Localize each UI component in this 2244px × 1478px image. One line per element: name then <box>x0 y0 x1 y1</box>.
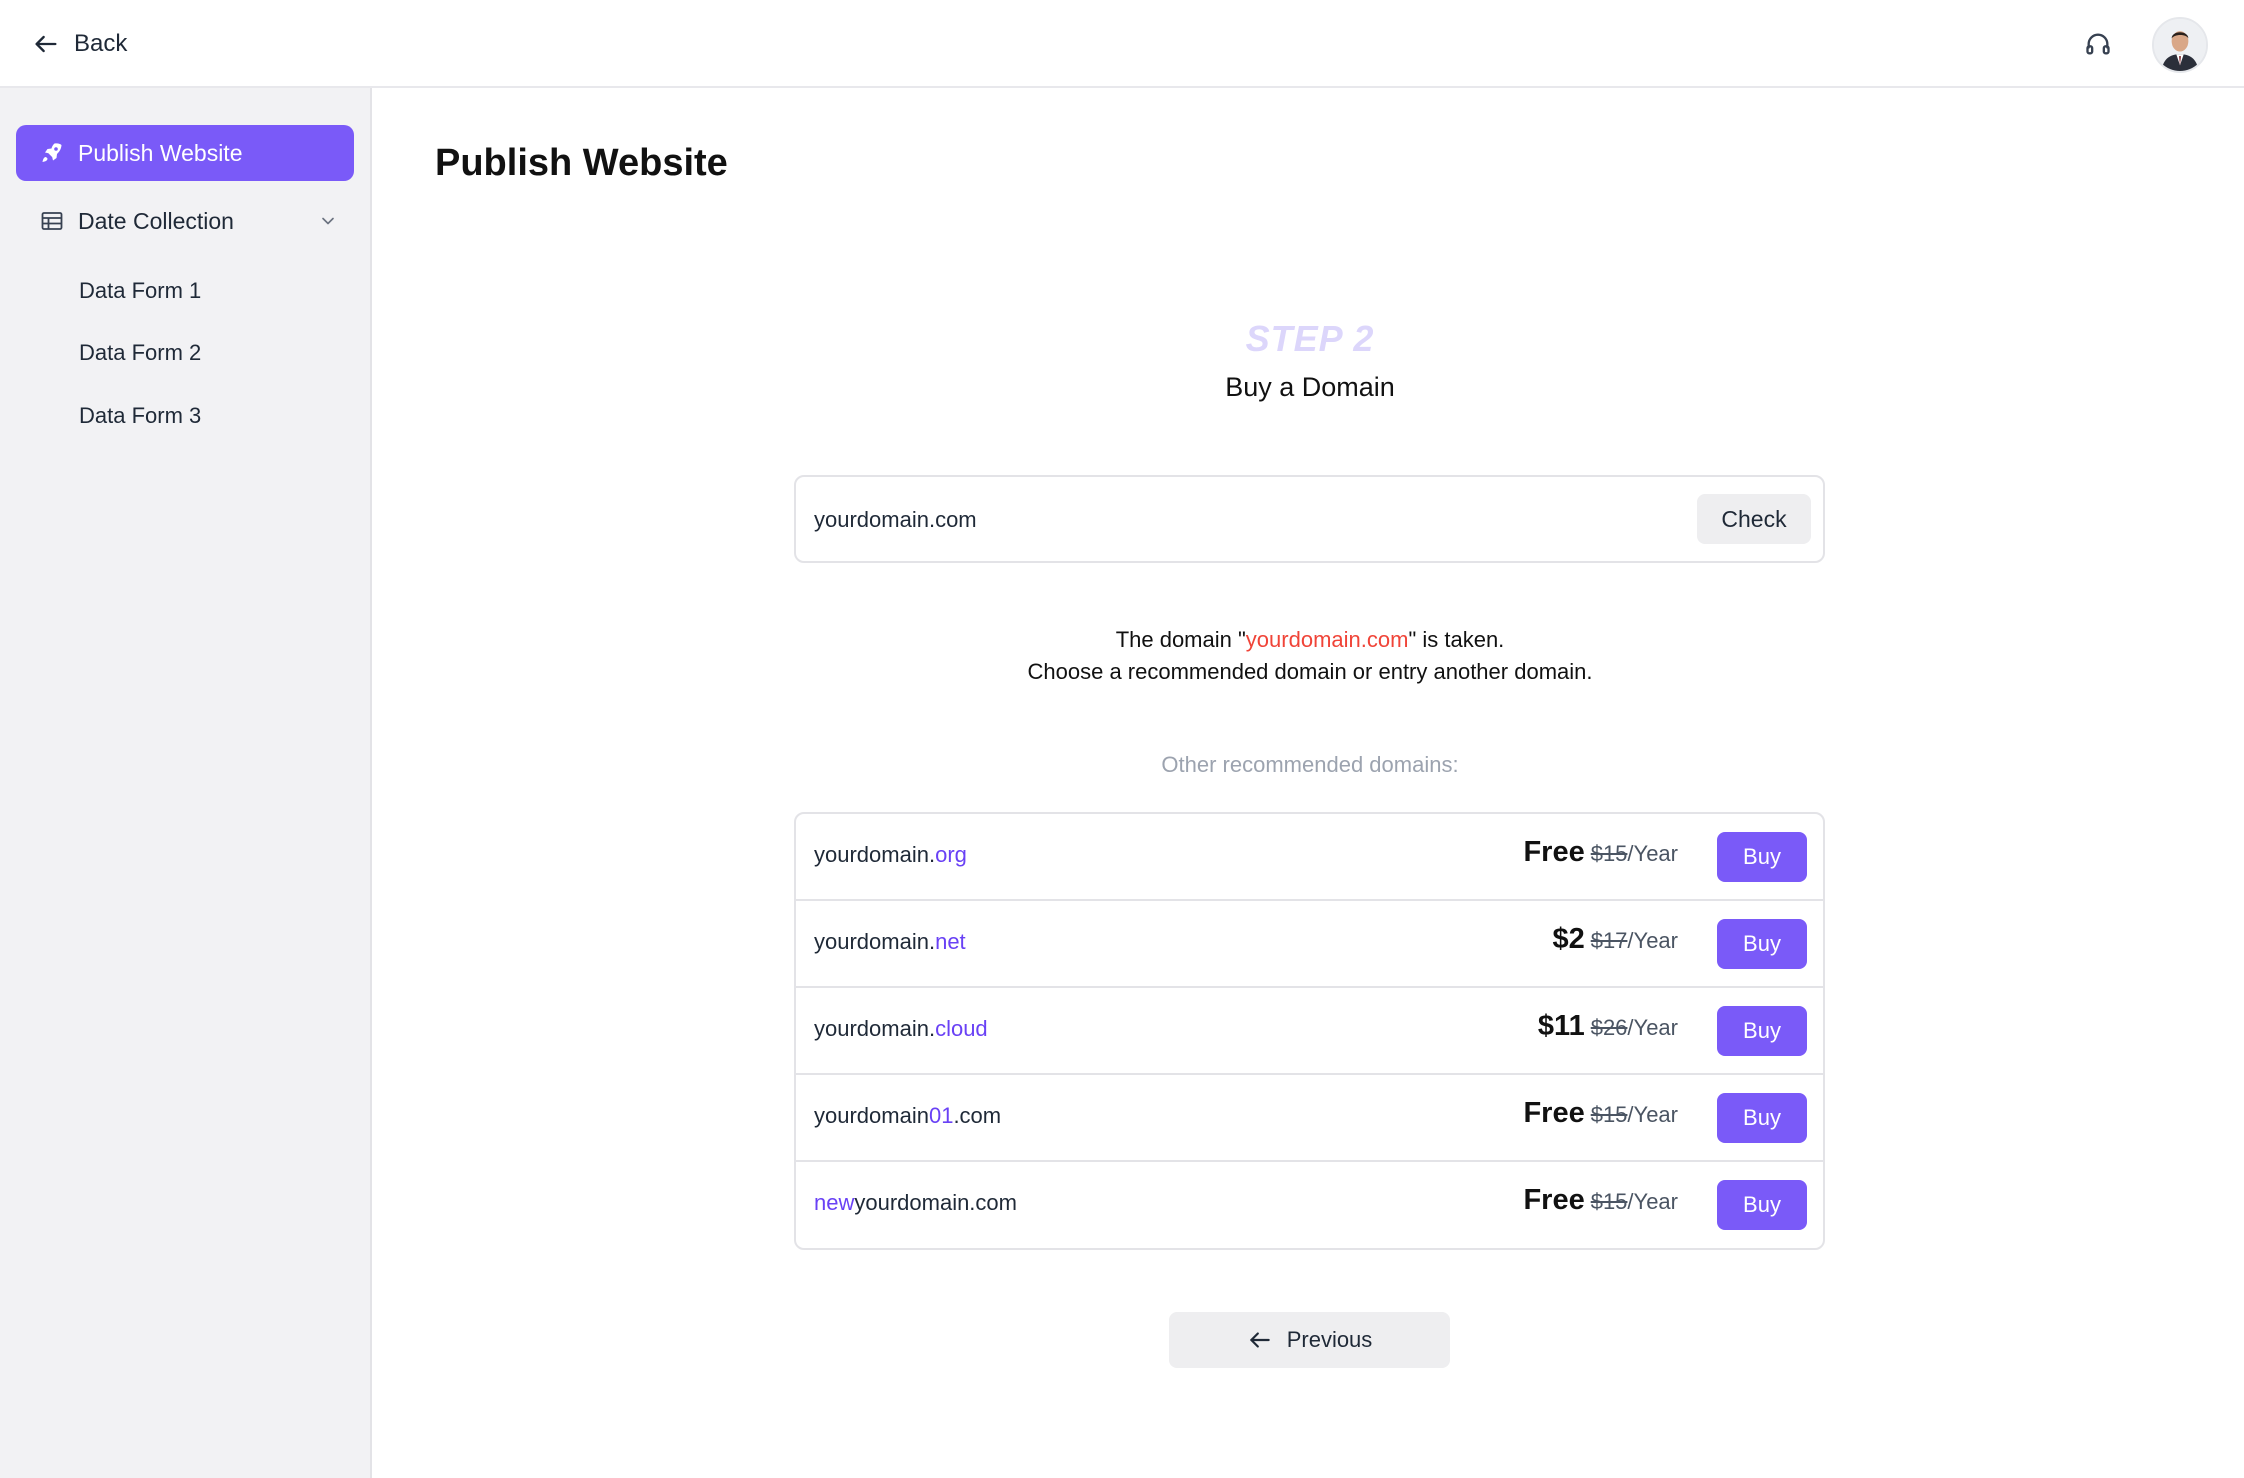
price-period: /Year <box>1627 928 1678 953</box>
recommended-domains-list: yourdomain.org Free $15/Year Buy yourdoma… <box>794 812 1825 1250</box>
current-price: Free <box>1523 1184 1585 1216</box>
rocket-icon <box>42 143 62 162</box>
domain-name: yourdomain.net <box>814 929 966 955</box>
domain-row: yourdomain.org Free $15/Year Buy <box>796 814 1823 901</box>
domain-row: yourdomain01.com Free $15/Year Buy <box>796 1075 1823 1162</box>
arrow-left-icon <box>35 35 57 53</box>
sidebar-item-label: Date Collection <box>78 207 234 234</box>
domain-name: yourdomain.cloud <box>814 1016 988 1042</box>
domain-search-box: Check <box>794 475 1825 563</box>
message-prefix: The domain " <box>1115 627 1246 652</box>
domain-highlight: net <box>935 929 966 954</box>
message-line-2: Choose a recommended domain or entry ano… <box>1027 659 1593 684</box>
original-price: $15 <box>1590 841 1628 866</box>
message-line-1: The domain "yourdomain.com" is taken. <box>910 624 1710 656</box>
domain-price: $2 $17/Year <box>1552 923 1678 956</box>
page-title: Publish Website <box>435 142 728 184</box>
message-suffix: " is taken. <box>1408 627 1505 652</box>
domain-highlight: cloud <box>935 1016 988 1041</box>
availability-message: The domain "yourdomain.com" is taken. Ch… <box>910 624 1710 688</box>
sidebar-item-label: Publish Website <box>78 139 243 166</box>
buy-button[interactable]: Buy <box>1717 832 1807 882</box>
buy-button[interactable]: Buy <box>1717 919 1807 969</box>
original-price: $15 <box>1590 1189 1628 1214</box>
original-price: $26 <box>1590 1015 1628 1040</box>
original-price: $15 <box>1590 1102 1628 1127</box>
price-period: /Year <box>1627 1189 1678 1214</box>
recommended-label: Other recommended domains: <box>1161 752 1459 777</box>
domain-highlight: new <box>814 1190 855 1215</box>
domain-pre: yourdomain <box>814 1103 929 1128</box>
domain-name: yourdomain01.com <box>814 1103 1001 1129</box>
domain-price: $11 $26/Year <box>1538 1010 1678 1043</box>
domain-row: yourdomain.net $2 $17/Year Buy <box>796 901 1823 988</box>
domain-price: Free $15/Year <box>1523 836 1678 869</box>
sidebar-item-date-collection[interactable]: Date Collection <box>16 193 354 249</box>
domain-name: newyourdomain.com <box>814 1190 1017 1216</box>
arrow-left-icon <box>1249 1332 1270 1348</box>
domain-highlight: 01 <box>928 1103 954 1128</box>
current-price: Free <box>1523 836 1585 868</box>
step-label: STEP 2 <box>1245 318 1375 359</box>
price-period: /Year <box>1627 1015 1678 1040</box>
top-bar: Back <box>0 0 2244 88</box>
domain-pre: yourdomain. <box>814 1016 936 1041</box>
headset-icon[interactable] <box>2080 26 2116 62</box>
back-button[interactable]: Back <box>32 26 127 62</box>
sidebar: Publish Website Date Collection Data For… <box>0 88 372 1478</box>
domain-input[interactable] <box>814 497 1614 543</box>
sidebar-item-data-form-1[interactable]: Data Form 1 <box>79 278 201 304</box>
buy-button[interactable]: Buy <box>1717 1006 1807 1056</box>
check-button[interactable]: Check <box>1697 494 1811 544</box>
buy-button[interactable]: Buy <box>1717 1093 1807 1143</box>
current-price: $11 <box>1537 1010 1585 1042</box>
buy-button[interactable]: Buy <box>1717 1180 1807 1230</box>
domain-post: yourdomain.com <box>854 1190 1017 1215</box>
domain-name: yourdomain.org <box>814 842 967 868</box>
price-period: /Year <box>1627 1102 1678 1127</box>
domain-price: Free $15/Year <box>1523 1184 1678 1217</box>
domain-price: Free $15/Year <box>1523 1097 1678 1130</box>
domain-post: .com <box>953 1103 1002 1128</box>
sidebar-item-data-form-3[interactable]: Data Form 3 <box>79 403 201 429</box>
user-avatar[interactable] <box>2152 17 2208 73</box>
current-price: Free <box>1523 1097 1585 1129</box>
domain-pre: yourdomain. <box>814 842 936 867</box>
original-price: $17 <box>1590 928 1628 953</box>
domain-row: newyourdomain.com Free $15/Year Buy <box>796 1162 1823 1248</box>
previous-button[interactable]: Previous <box>1169 1312 1450 1368</box>
current-price: $2 <box>1552 923 1585 955</box>
domain-row: yourdomain.cloud $11 $26/Year Buy <box>796 988 1823 1075</box>
sidebar-item-data-form-2[interactable]: Data Form 2 <box>79 340 201 366</box>
taken-domain: yourdomain.com <box>1245 627 1409 652</box>
sidebar-item-publish-website[interactable]: Publish Website <box>16 125 354 181</box>
chevron-down-icon <box>322 217 334 225</box>
back-label: Back <box>74 30 128 57</box>
previous-label: Previous <box>1286 1327 1373 1352</box>
domain-pre: yourdomain. <box>814 929 936 954</box>
step-title: Buy a Domain <box>1225 372 1395 402</box>
domain-highlight: org <box>935 842 967 867</box>
price-period: /Year <box>1627 841 1678 866</box>
table-icon <box>41 212 63 230</box>
